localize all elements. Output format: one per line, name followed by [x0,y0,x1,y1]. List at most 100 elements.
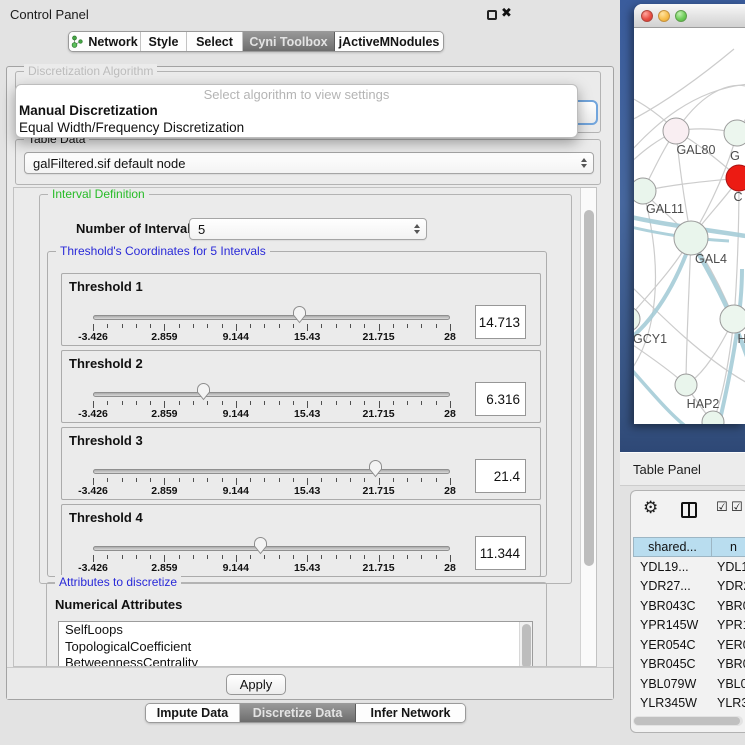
table-row[interactable]: YLR345WYLR3 [633,694,745,714]
table-panel-titlebar: Table Panel [620,452,745,486]
tab-style[interactable]: Style [141,32,187,51]
network-node-gal4[interactable] [674,221,708,255]
network-window-titlebar[interactable] [634,4,745,28]
cell-name[interactable]: YBR0 [712,655,745,675]
tab-impute-data[interactable]: Impute Data [146,704,240,722]
threshold-value-field[interactable]: 14.713 [475,305,526,339]
table-row[interactable]: YBL079WYBL0 [633,674,745,694]
list-item[interactable]: BetweennessCentrality [59,655,532,667]
settings-scroll-area: Interval Definition Number of Intervals … [13,187,597,667]
network-view-window[interactable]: GAL80GCGAL11GAL4GCY1HHAP2 [634,4,745,424]
cell-name[interactable]: YBR0 [712,596,745,616]
cell-shared-name[interactable]: YDR27... [633,577,712,597]
tick-mark [379,478,380,485]
slider-track[interactable] [93,315,450,320]
dropdown-placeholder[interactable]: Select algorithm to view settings [16,87,577,102]
table-row[interactable]: YDL19...YDL1 [633,557,745,577]
cell-name[interactable]: YDL1 [712,557,745,577]
table-panel: ⚙ ☑ ☑ shared... n YDL19...YDL1YDR27...YD… [630,490,745,733]
cell-name[interactable]: YPR1 [712,616,745,636]
list-scrollbar[interactable] [519,622,532,667]
table-row[interactable]: YBR045CYBR0 [633,655,745,675]
dropdown-option-manual[interactable]: Manual Discretization [16,103,577,118]
table-row[interactable]: YER054CYER0 [633,635,745,655]
tab-infer-network[interactable]: Infer Network [356,704,465,722]
numerical-attributes-list[interactable]: SelfLoopsTopologicalCoefficientBetweenne… [58,621,533,667]
minimize-traffic-light-icon[interactable] [658,10,670,22]
tab-select[interactable]: Select [187,32,243,51]
column-header-shared-name[interactable]: shared... [633,537,712,557]
table-horizontal-scrollbar[interactable] [633,716,743,726]
settings-vertical-scrollbar[interactable] [580,188,596,666]
tick-mark [136,401,137,405]
node-attribute-table: shared... n YDL19...YDL1YDR27...YDR2YBR0… [633,537,745,713]
settings-scrollbar-thumb[interactable] [584,210,594,566]
network-node-gal80[interactable] [663,118,689,144]
tick-mark [393,555,394,559]
cell-shared-name[interactable]: YER054C [633,635,712,655]
tick-mark [336,478,337,482]
checked-box-icon[interactable]: ☑ [731,500,743,513]
cell-name[interactable]: YBL0 [712,674,745,694]
slider-track[interactable] [93,546,450,551]
slider-handle-icon[interactable] [292,305,307,324]
list-item[interactable]: SelfLoops [59,622,532,639]
table-row[interactable]: YPR145WYPR1 [633,616,745,636]
slider-track[interactable] [93,469,450,474]
slider-handle-icon[interactable] [368,459,383,478]
threshold-value-field[interactable]: 6.316 [475,382,526,416]
threshold-value-field[interactable]: 21.4 [475,459,526,493]
tick-mark [236,324,237,331]
tick-mark [407,324,408,328]
column-header-name[interactable]: n [712,537,745,557]
cell-name[interactable]: YER0 [712,635,745,655]
cell-shared-name[interactable]: YLR345W [633,694,712,714]
cell-shared-name[interactable]: YPR145W [633,616,712,636]
slider-handle-icon[interactable] [253,536,268,555]
columns-icon[interactable] [681,502,697,518]
tick-mark [93,324,94,331]
tab-discretize-data[interactable]: Discretize Data [240,704,356,722]
tab-jactivemnodules[interactable]: jActiveMNodules [335,32,443,51]
network-node-g[interactable] [724,120,745,146]
close-traffic-light-icon[interactable] [641,10,653,22]
tick-mark [364,478,365,482]
tick-mark [364,401,365,405]
float-window-icon[interactable] [487,10,497,20]
cell-shared-name[interactable]: YBR045C [633,655,712,675]
network-node-h[interactable] [720,305,745,333]
slider-track[interactable] [93,392,450,397]
network-node-gcy1[interactable] [634,307,640,331]
dropdown-option-equal-width[interactable]: Equal Width/Frequency Discretization [16,120,577,135]
tick-mark [222,478,223,482]
table-row[interactable]: YDR27...YDR2 [633,577,745,597]
table-data-combobox[interactable]: galFiltered.sif default node [24,152,594,174]
zoom-traffic-light-icon[interactable] [675,10,687,22]
gear-icon[interactable]: ⚙ [643,499,658,516]
list-item[interactable]: TopologicalCoefficient [59,639,532,656]
number-of-intervals-combobox[interactable]: 5 [189,218,427,240]
tick-mark [264,324,265,328]
network-node-gal11[interactable] [634,178,656,204]
table-row[interactable]: YBR043CYBR0 [633,596,745,616]
cell-name[interactable]: YDR2 [712,577,745,597]
node-label: HAP2 [687,397,720,411]
tab-cyni-toolbox[interactable]: Cyni Toolbox [243,32,335,51]
cell-shared-name[interactable]: YDL19... [633,557,712,577]
threshold-value-field[interactable]: 11.344 [475,536,526,570]
cell-name[interactable]: YLR3 [712,694,745,714]
checked-box-icon[interactable]: ☑ [716,500,728,513]
tick-mark [279,555,280,559]
threshold-panel-1: Threshold 1-3.4262.8599.14415.4321.71528… [61,273,541,346]
apply-button[interactable]: Apply [226,674,286,695]
slider-handle-icon[interactable] [196,382,211,401]
tab-network[interactable]: Network [69,32,141,51]
close-icon[interactable]: ✖ [501,5,512,21]
tick-mark [293,555,294,559]
cell-shared-name[interactable]: YBR043C [633,596,712,616]
list-scrollbar-thumb[interactable] [522,624,531,667]
cell-shared-name[interactable]: YBL079W [633,674,712,694]
network-canvas[interactable]: GAL80GCGAL11GAL4GCY1HHAP2 [634,29,745,424]
network-node-hap2[interactable] [675,374,697,396]
table-hscrollbar-thumb[interactable] [634,717,740,725]
